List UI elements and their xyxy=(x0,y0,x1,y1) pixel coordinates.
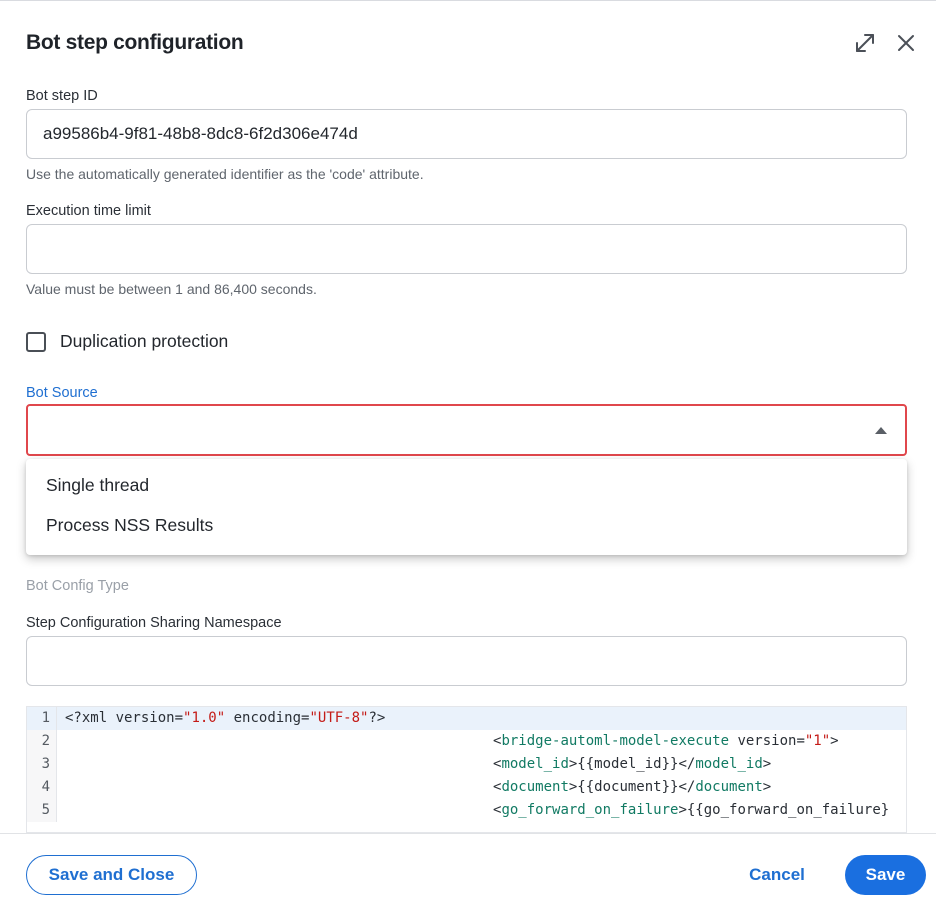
line-number: 5 xyxy=(27,799,57,822)
code-line: 4 <document>{{document}}</document> xyxy=(27,776,906,799)
code-line: 3 <model_id>{{model_id}}</model_id> xyxy=(27,753,906,776)
bot-step-id-input[interactable] xyxy=(27,110,906,158)
bot-step-configuration-dialog: Bot step configuration Bot step ID Use t… xyxy=(0,0,936,912)
bot-step-id-label: Bot step ID xyxy=(26,88,98,104)
bot-step-id-field-container xyxy=(26,109,907,159)
line-number: 2 xyxy=(27,730,57,753)
duplication-protection-row[interactable]: Duplication protection xyxy=(26,331,228,352)
sharing-namespace-input[interactable] xyxy=(27,637,906,685)
sharing-namespace-field-container xyxy=(26,636,907,686)
line-number: 3 xyxy=(27,753,57,776)
execution-time-limit-label: Execution time limit xyxy=(26,203,151,219)
caret-up-icon xyxy=(875,427,887,434)
save-and-close-button[interactable]: Save and Close xyxy=(26,855,197,895)
duplication-protection-checkbox[interactable] xyxy=(26,331,46,352)
bot-source-select[interactable] xyxy=(26,404,907,456)
bot-source-label: Bot Source xyxy=(26,385,98,401)
execution-time-limit-help-text: Value must be between 1 and 86,400 secon… xyxy=(26,281,317,297)
expand-icon[interactable] xyxy=(853,31,877,55)
bot-config-type-label: Bot Config Type xyxy=(26,578,129,594)
line-number: 4 xyxy=(27,776,57,799)
sharing-namespace-label: Step Configuration Sharing Namespace xyxy=(26,615,282,631)
line-number: 1 xyxy=(27,707,57,730)
code-line-text: <bridge-automl-model-execute version="1"… xyxy=(493,733,839,749)
dialog-title: Bot step configuration xyxy=(26,31,244,54)
code-line-text: <?xml version="1.0" encoding="UTF-8"?> xyxy=(65,710,386,726)
code-line-text: <go_forward_on_failure>{{go_forward_on_f… xyxy=(493,802,890,818)
execution-time-limit-input[interactable] xyxy=(27,225,906,273)
dropdown-option-single-thread[interactable]: Single thread xyxy=(26,465,907,505)
duplication-protection-label: Duplication protection xyxy=(60,331,229,351)
close-icon[interactable] xyxy=(894,31,918,55)
bot-source-dropdown-menu: Single thread Process NSS Results xyxy=(26,459,907,555)
code-line: 2 <bridge-automl-model-execute version="… xyxy=(27,730,906,753)
code-line: 1 <?xml version="1.0" encoding="UTF-8"?> xyxy=(27,707,906,730)
bot-step-id-help-text: Use the automatically generated identifi… xyxy=(26,166,424,182)
dropdown-option-process-nss-results[interactable]: Process NSS Results xyxy=(26,505,907,545)
xml-code-editor[interactable]: 1 <?xml version="1.0" encoding="UTF-8"?>… xyxy=(26,706,907,833)
code-line-text: <document>{{document}}</document> xyxy=(493,779,772,795)
execution-time-limit-field-container xyxy=(26,224,907,274)
code-line-text: <model_id>{{model_id}}</model_id> xyxy=(493,756,772,772)
cancel-button[interactable]: Cancel xyxy=(737,855,817,895)
code-line: 5 <go_forward_on_failure>{{go_forward_on… xyxy=(27,799,906,822)
dialog-footer: Save and Close Cancel Save xyxy=(0,833,936,912)
save-button[interactable]: Save xyxy=(845,855,926,895)
